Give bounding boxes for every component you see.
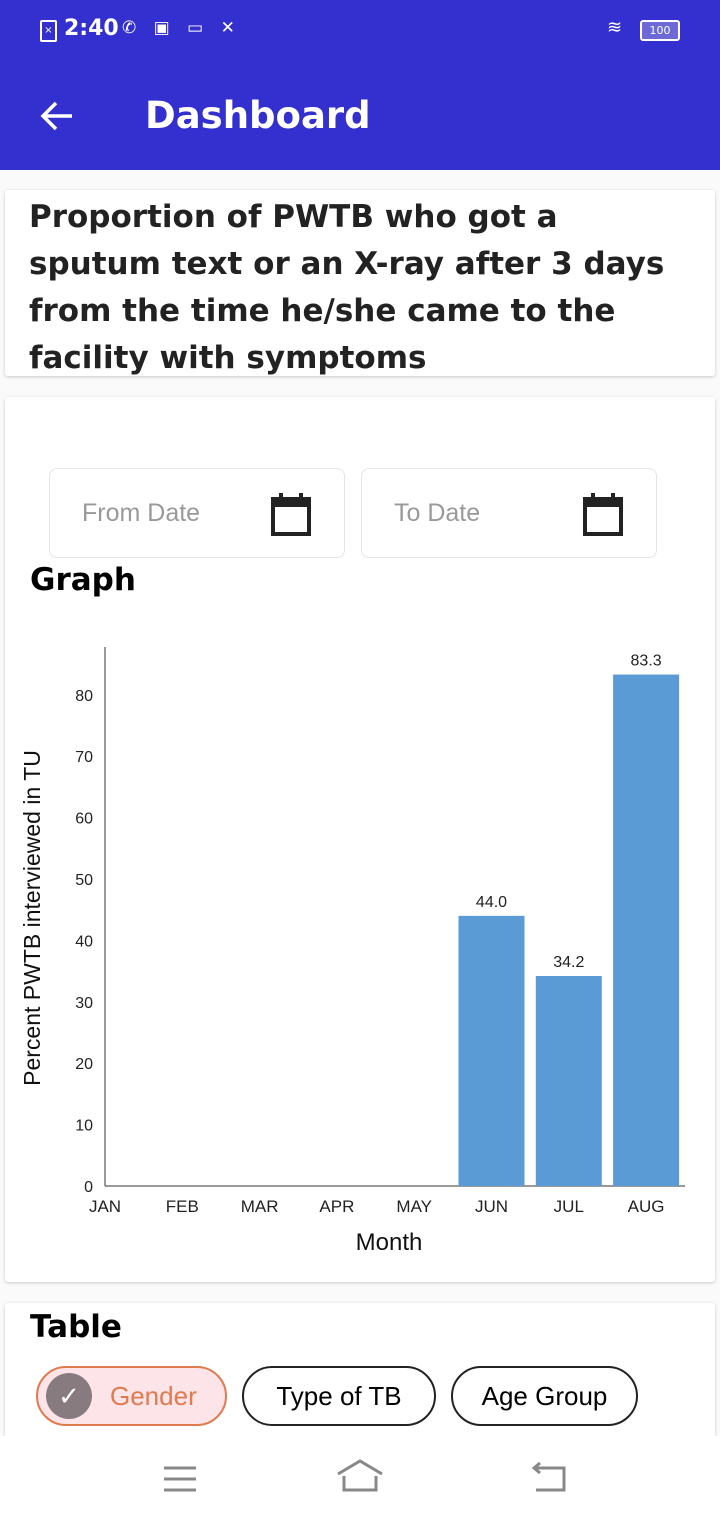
y-tick-label: 80 (75, 688, 93, 705)
indicator-title: Proportion of PWTB who got a sputum text… (29, 199, 665, 376)
menu-icon[interactable] (162, 1464, 198, 1494)
notification-icons: ✆ ▣ ▭ ✕ (122, 18, 241, 38)
x-tick-label: JUN (475, 1197, 508, 1216)
to-date-field[interactable]: To Date (361, 468, 657, 558)
bar-jun (458, 915, 525, 1186)
back-arrow-icon[interactable] (38, 98, 74, 134)
x-tick-label: JUL (554, 1197, 584, 1216)
x-tick-label: FEB (166, 1197, 199, 1216)
app-bar: Dashboard (0, 60, 720, 170)
calendar-icon[interactable] (582, 493, 624, 537)
clock: 2:40 (64, 16, 119, 41)
check-icon: ✓ (46, 1373, 92, 1419)
bar-aug (613, 674, 680, 1186)
y-axis-label: Percent PWTB interviewed in TU (19, 750, 45, 1086)
status-bar: × 2:40 ✆ ▣ ▭ ✕ ≋ 100 (0, 0, 720, 60)
data-label: 44.0 (476, 894, 507, 911)
back-icon[interactable] (530, 1462, 568, 1494)
sim-icon: × (40, 20, 57, 42)
y-tick-label: 60 (75, 811, 93, 828)
bar-jul (535, 976, 602, 1186)
x-tick-label: MAR (241, 1197, 279, 1216)
chip-type-of-tb[interactable]: Type of TB (242, 1366, 436, 1426)
data-label: 34.2 (553, 954, 584, 971)
wifi-icon: ≋ (607, 17, 623, 38)
calendar-icon[interactable] (270, 493, 312, 537)
x-tick-label: JAN (89, 1197, 121, 1216)
data-label: 83.3 (631, 653, 662, 670)
y-tick-label: 10 (75, 1118, 93, 1135)
system-nav-bar (0, 1436, 720, 1520)
from-date-field[interactable]: From Date (49, 468, 345, 558)
y-tick-label: 20 (75, 1056, 93, 1073)
page-title: Dashboard (145, 94, 371, 137)
y-tick-label: 40 (75, 933, 93, 950)
home-icon[interactable] (335, 1458, 385, 1494)
battery-icon: 100 (640, 20, 680, 41)
y-tick-label: 70 (75, 749, 93, 766)
indicator-card: Proportion of PWTB who got a sputum text… (5, 190, 715, 376)
chip-gender[interactable]: ✓ Gender (36, 1366, 227, 1426)
y-tick-label: 30 (75, 995, 93, 1012)
x-tick-label: MAY (396, 1197, 432, 1216)
table-heading: Table (30, 1309, 122, 1345)
x-tick-label: APR (319, 1197, 354, 1216)
bar-chart: 0 10 20 30 40 50 60 70 80 JAN FEB MAR APR MAY JUN 44.0 J… (19, 647, 685, 1256)
y-tick-label: 0 (84, 1179, 93, 1196)
chip-age-group[interactable]: Age Group (451, 1366, 638, 1426)
x-tick-label: AUG (628, 1197, 665, 1216)
y-tick-label: 50 (75, 872, 93, 889)
x-axis-label: Month (356, 1229, 423, 1256)
graph-heading: Graph (30, 562, 136, 598)
